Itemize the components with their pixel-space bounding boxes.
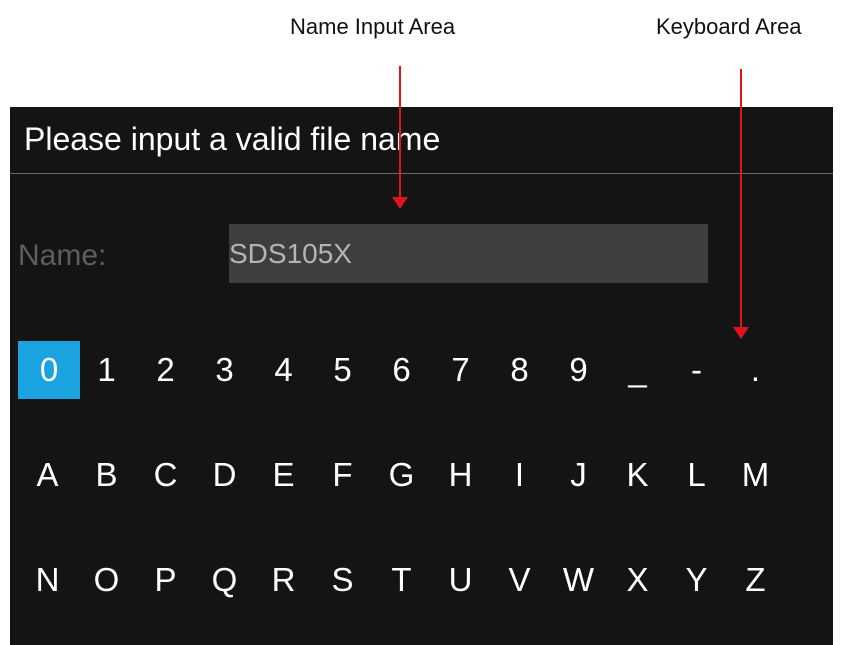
key-d[interactable]: D [195,446,254,504]
key-h[interactable]: H [431,446,490,504]
key-dash[interactable]: - [667,341,726,399]
key-u[interactable]: U [431,551,490,609]
key-4[interactable]: 4 [254,341,313,399]
key-t[interactable]: T [372,551,431,609]
key-underscore[interactable]: _ [608,341,667,399]
name-input-area-callout: Name Input Area [290,14,456,39]
key-q[interactable]: Q [195,551,254,609]
key-m[interactable]: M [726,446,785,504]
arrow-shaft [399,66,401,199]
key-7[interactable]: 7 [431,341,490,399]
key-f[interactable]: F [313,446,372,504]
title-divider [10,173,833,174]
key-z[interactable]: Z [726,551,785,609]
arrow-shaft [740,69,742,329]
key-o[interactable]: O [77,551,136,609]
file-name-dialog: Please input a valid file name Name: SDS… [10,107,833,645]
key-r[interactable]: R [254,551,313,609]
key-y[interactable]: Y [667,551,726,609]
key-g[interactable]: G [372,446,431,504]
arrow-head [733,327,749,339]
key-i[interactable]: I [490,446,549,504]
key-v[interactable]: V [490,551,549,609]
dialog-title: Please input a valid file name [24,121,441,157]
key-j[interactable]: J [549,446,608,504]
key-k[interactable]: K [608,446,667,504]
key-6[interactable]: 6 [372,341,431,399]
keyboard-area-callout: Keyboard Area [656,14,802,39]
arrow-head [392,197,408,209]
key-c[interactable]: C [136,446,195,504]
key-a[interactable]: A [18,446,77,504]
key-2[interactable]: 2 [136,341,195,399]
keyboard-area-arrow [733,69,749,339]
name-input-area-arrow [392,66,408,209]
key-b[interactable]: B [77,446,136,504]
key-1[interactable]: 1 [77,341,136,399]
key-p[interactable]: P [136,551,195,609]
key-3[interactable]: 3 [195,341,254,399]
key-0[interactable]: 0 [18,341,80,399]
key-5[interactable]: 5 [313,341,372,399]
name-input-field[interactable]: SDS105X [229,224,708,283]
screenshot-stage: Name Input Area Keyboard Area Please inp… [0,0,845,645]
keyboard-row-a-m: ABCDEFGHIJKLM [18,446,785,504]
key-9[interactable]: 9 [549,341,608,399]
key-e[interactable]: E [254,446,313,504]
keyboard-row-n-z: NOPQRSTUVWXYZ [18,551,785,609]
key-n[interactable]: N [18,551,77,609]
key-dot[interactable]: . [726,341,785,399]
key-l[interactable]: L [667,446,726,504]
keyboard-row-digits: 0 1 2 3 4 5 6 7 8 9 _ -. [18,341,785,399]
key-x[interactable]: X [608,551,667,609]
key-s[interactable]: S [313,551,372,609]
key-w[interactable]: W [549,551,608,609]
key-8[interactable]: 8 [490,341,549,399]
name-label: Name: [18,239,107,272]
